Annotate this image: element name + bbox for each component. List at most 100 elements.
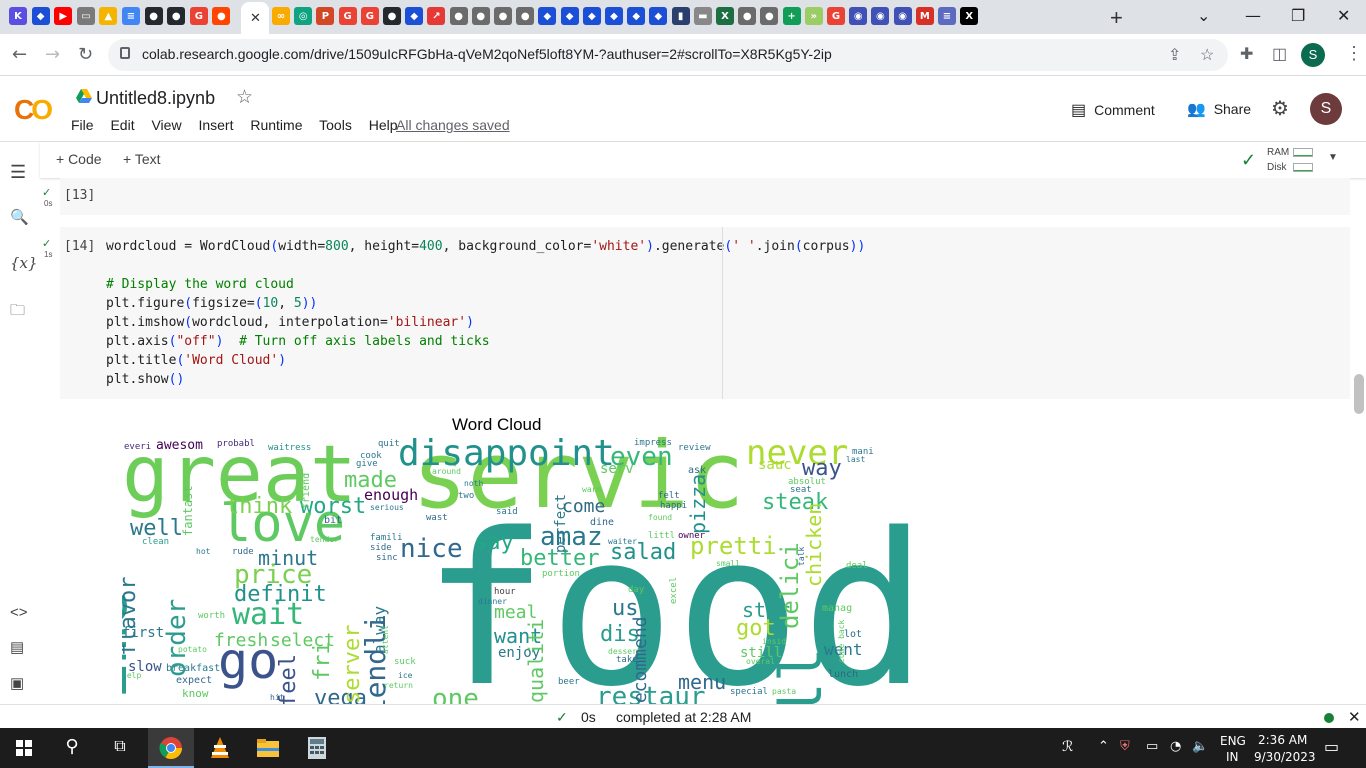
save-status[interactable]: All changes saved	[396, 117, 510, 133]
list-icon[interactable]: ≡	[938, 7, 956, 25]
maximize-icon[interactable]: ❐	[1291, 6, 1305, 25]
menu-insert[interactable]: Insert	[198, 117, 233, 133]
taskbar-search-icon[interactable]: ⚲	[60, 736, 84, 760]
sheets-plus-icon[interactable]: +	[782, 7, 801, 25]
google-icon[interactable]: G	[338, 7, 357, 25]
reload-icon[interactable]: ↻	[78, 44, 93, 65]
blue-cube-icon[interactable]: ◆	[405, 7, 424, 25]
google-icon[interactable]: G	[827, 7, 845, 25]
windows-start-icon[interactable]	[16, 740, 32, 756]
volume-icon[interactable]: 🔈	[1192, 739, 1208, 754]
excel-icon[interactable]: X	[716, 7, 734, 25]
gray-globe-icon[interactable]: ●	[449, 7, 468, 25]
x-icon[interactable]: X	[960, 7, 979, 25]
gray-globe-icon[interactable]: ●	[494, 7, 512, 25]
file-explorer-icon[interactable]	[256, 736, 280, 760]
menu-runtime[interactable]: Runtime	[250, 117, 302, 133]
gray-globe-icon[interactable]: ●	[471, 7, 490, 25]
close-tab-icon[interactable]: ✕	[250, 10, 261, 26]
gray-globe-icon[interactable]: ●	[760, 7, 779, 25]
blue-cube-icon[interactable]: ◆	[649, 7, 668, 25]
active-tab[interactable]: ✕	[241, 2, 269, 34]
url-text[interactable]: colab.research.google.com/drive/1509uIcR…	[142, 46, 832, 62]
clock-time[interactable]: 2:36 AM	[1258, 733, 1307, 747]
blue-cube-icon[interactable]: ◆	[538, 7, 557, 25]
notification-icon[interactable]: ▭	[1324, 737, 1339, 756]
code-snippets-icon[interactable]: <>	[10, 604, 28, 621]
calculator-icon[interactable]	[305, 736, 329, 760]
gear-icon[interactable]: ⚙	[1271, 96, 1289, 121]
close-status-icon[interactable]: ✕	[1348, 708, 1361, 726]
copilot-icon[interactable]: ◉	[849, 7, 868, 25]
drive-icon[interactable]	[76, 89, 92, 103]
menu-help[interactable]: Help	[369, 117, 398, 133]
building-icon[interactable]: ▮	[671, 7, 690, 25]
notebook-title[interactable]: Untitled8.ipynb	[96, 88, 215, 109]
generic-icon[interactable]: ▭	[76, 7, 95, 25]
vlc-icon[interactable]	[208, 736, 232, 760]
variables-icon[interactable]: {x}	[10, 254, 38, 272]
blue-cube-icon[interactable]: ◆	[627, 7, 646, 25]
star-icon[interactable]: ☆	[236, 86, 253, 109]
minimize-icon[interactable]: —	[1245, 6, 1261, 25]
flag-icon[interactable]: ▬	[693, 7, 712, 25]
scrollbar-thumb[interactable]	[1354, 374, 1364, 414]
files-icon[interactable]: 🗀	[10, 300, 25, 325]
reddit-icon[interactable]: ●	[212, 7, 231, 25]
chrome-taskbar-button[interactable]	[148, 728, 194, 768]
forward-icon[interactable]: →	[45, 44, 60, 65]
arrow-icon[interactable]: »	[804, 7, 823, 25]
avatar[interactable]: S	[1310, 93, 1342, 125]
add-text-button[interactable]: + Text	[123, 151, 161, 167]
k-icon[interactable]: K	[9, 7, 27, 25]
blue-cube-icon[interactable]: ◆	[582, 7, 601, 25]
code-cell-13[interactable]: [13] X_train, X_test, y_train, y_test = …	[60, 178, 1350, 242]
gmail-icon[interactable]: M	[915, 7, 934, 25]
github-icon[interactable]: ●	[167, 7, 186, 25]
battery-icon[interactable]: ▭	[1146, 739, 1158, 754]
search-icon[interactable]: 🔍	[10, 208, 29, 226]
task-view-icon[interactable]: ⧉	[108, 736, 132, 760]
blue-cube-icon[interactable]: ◆	[605, 7, 623, 25]
menu-edit[interactable]: Edit	[110, 117, 134, 133]
language-label[interactable]: ENG	[1220, 734, 1246, 748]
side-panel-icon[interactable]: ◫	[1272, 44, 1287, 64]
drive-icon[interactable]: ▲	[99, 7, 118, 25]
chart-icon[interactable]: ↗	[427, 7, 446, 25]
extensions-icon[interactable]: ✚	[1240, 44, 1253, 64]
menu-tools[interactable]: Tools	[319, 117, 352, 133]
google-icon[interactable]: G	[360, 7, 379, 25]
hidden-icons-chevron-icon[interactable]: ⌃	[1098, 739, 1109, 754]
copilot-icon[interactable]: ◉	[871, 7, 890, 25]
people-icon[interactable]: ℛ	[1062, 739, 1073, 755]
colab-logo[interactable]: CO	[14, 94, 53, 126]
youtube-icon[interactable]: ▶	[54, 7, 73, 25]
share-page-icon[interactable]: ⇪	[1168, 45, 1181, 65]
copilot-icon[interactable]: ◉	[893, 7, 912, 25]
bookmark-star-icon[interactable]: ☆	[1200, 45, 1214, 65]
gray-globe-icon[interactable]: ●	[738, 7, 757, 25]
command-palette-icon[interactable]: ▤	[10, 638, 24, 656]
blue-cube-icon[interactable]: ◆	[31, 7, 50, 25]
tab-search-icon[interactable]: ⌄	[1197, 6, 1210, 25]
new-tab-button[interactable]: +	[1110, 5, 1123, 31]
address-bar[interactable]: colab.research.google.com/drive/1509uIcR…	[108, 39, 1228, 71]
cell-14-code[interactable]: wordcloud = WordCloud(width=800, height=…	[106, 237, 865, 389]
browser-menu-icon[interactable]: ⋮	[1345, 43, 1363, 64]
share-button[interactable]: 👥 Share	[1187, 100, 1251, 118]
wifi-icon[interactable]: ◔	[1170, 739, 1181, 754]
runtime-dropdown-icon[interactable]: ▼	[1328, 152, 1338, 163]
github-icon[interactable]: ●	[383, 7, 401, 25]
close-window-icon[interactable]: ✕	[1337, 6, 1350, 25]
powerpoint-icon[interactable]: P	[316, 7, 335, 25]
browser-profile-avatar[interactable]: S	[1301, 43, 1325, 67]
google-icon[interactable]: G	[189, 7, 208, 25]
table-of-contents-icon[interactable]: ☰	[10, 162, 26, 183]
openai-icon[interactable]: ◎	[294, 7, 313, 25]
menu-view[interactable]: View	[151, 117, 181, 133]
terminal-icon[interactable]: ▣	[10, 674, 24, 692]
menu-file[interactable]: File	[71, 117, 94, 133]
clock-date[interactable]: 9/30/2023	[1254, 750, 1316, 764]
security-icon[interactable]: ⛨	[1120, 739, 1130, 754]
comment-button[interactable]: ▤ Comment	[1071, 100, 1155, 120]
